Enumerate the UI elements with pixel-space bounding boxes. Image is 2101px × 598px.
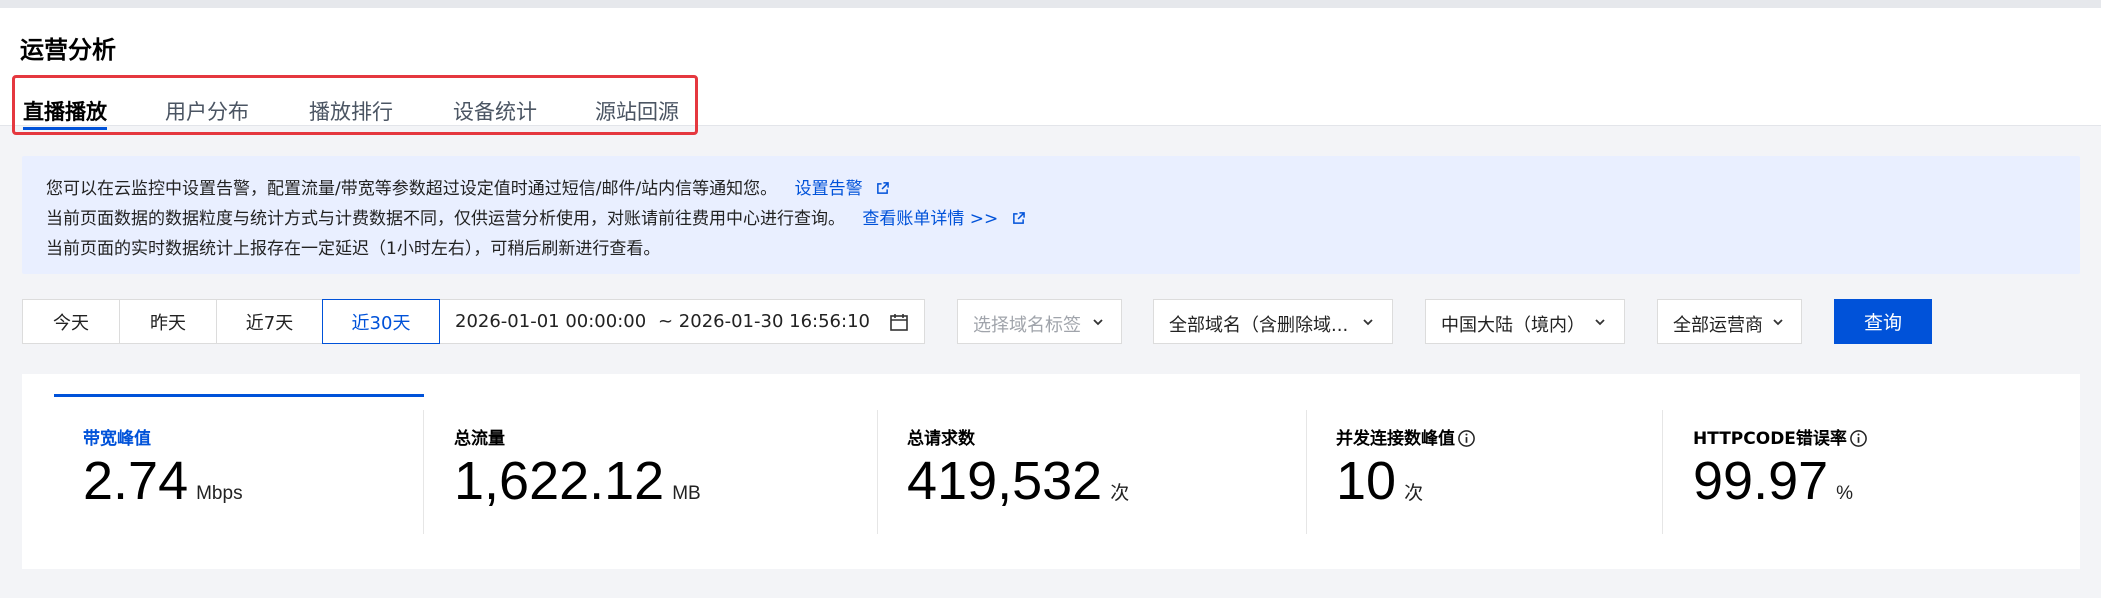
- tab-live-playback[interactable]: 直播播放: [23, 96, 107, 126]
- concurrent-peak-unit: 次: [1404, 483, 1424, 504]
- active-stat-indicator: [54, 394, 424, 397]
- chevron-down-icon: [1363, 319, 1373, 326]
- stat-value-total-traffic: 1,622.12 MB: [454, 451, 701, 511]
- notice-line-1: 您可以在云监控中设置告警，配置流量/带宽等参数超过设定值时通过短信/邮件/站内信…: [46, 174, 889, 199]
- tab-device-stats[interactable]: 设备统计: [453, 96, 537, 126]
- range-yesterday-button[interactable]: 昨天: [119, 299, 217, 344]
- date-range-picker[interactable]: 2026-01-01 00:00:00 ~ 2026-01-30 16:56:1…: [439, 299, 925, 344]
- chevron-down-icon: [1093, 319, 1103, 326]
- tab-playback-ranking[interactable]: 播放排行: [309, 96, 393, 126]
- stat-label-concurrent-peak[interactable]: 并发连接数峰值: [1336, 424, 1476, 449]
- stat-value-httpcode-error-rate: 99.97%: [1693, 451, 1854, 511]
- notice-text-1: 您可以在云监控中设置告警，配置流量/带宽等参数超过设定值时通过短信/邮件/站内信…: [46, 179, 778, 199]
- isp-select[interactable]: 全部运营商: [1657, 299, 1802, 344]
- domain-select[interactable]: 全部域名（含删除域...: [1153, 299, 1393, 344]
- bandwidth-peak-number: 2.74: [83, 451, 189, 511]
- start-time: 2026-01-01 00:00:00: [455, 311, 647, 332]
- tabs-highlight-box: 直播播放 用户分布 播放排行 设备统计 源站回源: [12, 75, 698, 135]
- active-tab-underline: [23, 127, 107, 130]
- page-header: 运营分析 直播播放 用户分布 播放排行 设备统计 源站回源: [0, 8, 2101, 135]
- bandwidth-peak-unit: Mbps: [196, 483, 243, 504]
- query-button[interactable]: 查询: [1834, 299, 1932, 344]
- httpcode-error-number: 99.97: [1693, 451, 1829, 511]
- stat-label-bandwidth-peak[interactable]: 带宽峰值: [83, 424, 151, 449]
- tab-origin-fetch[interactable]: 源站回源: [595, 96, 679, 126]
- domain-select-value: 全部域名（含删除域...: [1169, 315, 1349, 336]
- end-time: ~ 2026-01-30 16:56:10: [658, 311, 870, 332]
- billing-details-link[interactable]: 查看账单详情 >>: [862, 209, 1025, 229]
- notice-text-2: 当前页面数据的数据粒度与统计方式与计费数据不同，仅供运营分析使用，对账请前往费用…: [46, 209, 845, 229]
- stat-divider: [1306, 410, 1307, 534]
- domain-tag-placeholder: 选择域名标签: [973, 315, 1081, 336]
- set-alarm-link-label: 设置告警: [794, 179, 863, 199]
- stat-label-total-requests[interactable]: 总请求数: [907, 424, 975, 449]
- total-requests-number: 419,532: [907, 451, 1103, 511]
- external-link-icon: [877, 182, 889, 194]
- range-today-button[interactable]: 今天: [22, 299, 120, 344]
- stat-divider: [877, 410, 878, 534]
- concurrent-peak-number: 10: [1336, 451, 1397, 511]
- concurrent-peak-label-text: 并发连接数峰值: [1336, 429, 1455, 449]
- chevron-down-icon: [1773, 319, 1783, 326]
- tab-user-distribution[interactable]: 用户分布: [165, 96, 249, 126]
- stat-value-total-requests: 419,532 次: [907, 451, 1130, 511]
- total-requests-unit: 次: [1110, 483, 1130, 504]
- region-select-value: 中国大陆（境内）: [1441, 315, 1585, 336]
- external-link-icon: [1012, 212, 1025, 224]
- info-icon[interactable]: [1457, 429, 1476, 448]
- stat-label-httpcode-error-rate[interactable]: HTTPCODE错误率: [1693, 424, 1868, 449]
- stat-divider: [1662, 410, 1663, 534]
- calendar-icon: [890, 314, 908, 331]
- stat-label-total-traffic[interactable]: 总流量: [454, 424, 505, 449]
- stat-divider: [423, 410, 424, 534]
- isp-select-value: 全部运营商: [1673, 315, 1763, 336]
- httpcode-error-label-text: HTTPCODE错误率: [1693, 429, 1847, 449]
- total-traffic-unit: MB: [672, 483, 701, 504]
- notice-line-3: 当前页面的实时数据统计上报存在一定延迟（1小时左右），可稍后刷新进行查看。: [46, 239, 661, 259]
- notice-line-2: 当前页面数据的数据粒度与统计方式与计费数据不同，仅供运营分析使用，对账请前往费用…: [46, 204, 1025, 229]
- stats-panel: 带宽峰值 2.74 Mbps 总流量 1,622.12 MB 总请求数 419,53…: [22, 374, 2080, 569]
- region-select[interactable]: 中国大陆（境内）: [1425, 299, 1625, 344]
- page-title: 运营分析: [20, 36, 116, 64]
- top-strip: [0, 0, 2101, 8]
- chevron-down-icon: [1595, 319, 1605, 326]
- stat-value-bandwidth-peak: 2.74 Mbps: [83, 451, 243, 511]
- total-traffic-number: 1,622.12: [454, 451, 665, 511]
- notice-banner: 您可以在云监控中设置告警，配置流量/带宽等参数超过设定值时通过短信/邮件/站内信…: [22, 156, 2080, 274]
- billing-details-link-label: 查看账单详情 >>: [862, 209, 999, 229]
- range-7days-button[interactable]: 近7天: [216, 299, 323, 344]
- stat-value-concurrent-peak: 10 次: [1336, 451, 1424, 511]
- domain-tag-select[interactable]: 选择域名标签: [957, 299, 1122, 344]
- set-alarm-link[interactable]: 设置告警: [795, 179, 889, 199]
- httpcode-error-unit: %: [1836, 483, 1854, 504]
- range-30days-button[interactable]: 近30天: [322, 299, 440, 344]
- info-icon[interactable]: [1849, 429, 1868, 448]
